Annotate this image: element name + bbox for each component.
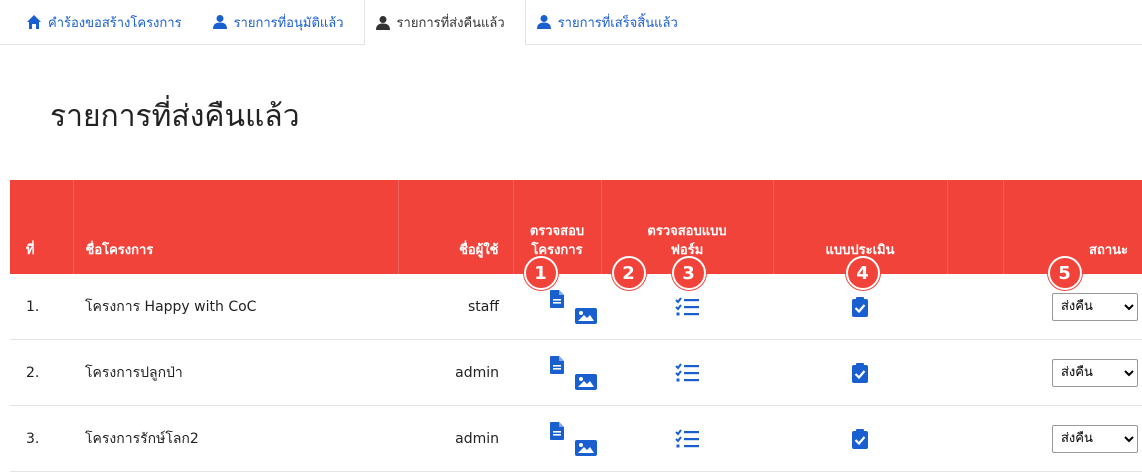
header-no: ที่ — [10, 180, 74, 274]
row-evaluation — [773, 405, 947, 472]
status-select[interactable]: ส่งคืน — [1052, 358, 1138, 387]
tab-label: รายการที่ส่งคืนแล้ว — [396, 16, 505, 31]
clipboard-check-icon[interactable] — [852, 362, 868, 383]
file-document-icon[interactable] — [550, 421, 564, 440]
table-header-row: ที่ ชื่อโครงการ ชื่อผู้ใช้ ตรวจสอบ โครงก… — [10, 180, 1142, 290]
checklist-icon[interactable] — [675, 428, 699, 449]
table-row: 1. โครงการ Happy with CoC staff ส่งคืน — [10, 274, 1142, 340]
clipboard-check-icon[interactable] — [852, 428, 868, 449]
row-check-form — [601, 339, 773, 406]
header-status: สถานะ 5 — [1003, 180, 1142, 290]
tab-label: คำร้องขอสร้างโครงการ — [48, 15, 182, 31]
header-username: ชื่อผู้ใช้ — [398, 180, 514, 274]
row-no: 3. — [10, 405, 73, 472]
row-status: ส่งคืน — [1003, 405, 1142, 472]
header-form-line1: ตรวจสอบแบบ — [647, 224, 727, 239]
returned-projects-table: ที่ ชื่อโครงการ ชื่อผู้ใช้ ตรวจสอบ โครงก… — [10, 180, 1142, 472]
step-badge-5: 5 — [1047, 256, 1082, 290]
row-project-name: โครงการรักษ์โลก2 — [73, 405, 398, 472]
page-title: รายการที่ส่งคืนแล้ว — [50, 99, 300, 134]
status-select[interactable]: ส่งคืน — [1052, 424, 1138, 453]
user-icon — [212, 14, 228, 30]
header-check-line2: โครงการ — [531, 243, 583, 258]
header-project-name: ชื่อโครงการ — [73, 180, 399, 274]
header-blank — [947, 180, 1004, 274]
step-badge-1: 1 — [523, 256, 558, 290]
row-no: 1. — [10, 274, 73, 340]
tab-approved[interactable]: รายการที่อนุมัติแล้ว — [202, 0, 364, 44]
file-document-icon[interactable] — [550, 289, 564, 308]
image-icon[interactable] — [575, 373, 597, 390]
clipboard-check-icon[interactable] — [852, 296, 868, 317]
row-project-name: โครงการปลูกป่า — [73, 339, 398, 406]
row-check-project — [513, 405, 601, 472]
tab-project-requests[interactable]: คำร้องขอสร้างโครงการ — [18, 0, 202, 44]
step-badge-2: 2 — [611, 256, 646, 290]
row-username: staff — [398, 274, 513, 340]
row-check-project — [513, 339, 601, 406]
nav-tabs: คำร้องขอสร้างโครงการ รายการที่อนุมัติแล้… — [0, 0, 1142, 45]
home-icon — [26, 14, 42, 30]
row-evaluation — [773, 339, 947, 406]
row-username: admin — [398, 339, 513, 406]
header-check-project: ตรวจสอบ โครงการ 1 2 — [513, 180, 646, 290]
tab-returned[interactable]: รายการที่ส่งคืนแล้ว — [363, 0, 526, 45]
checklist-icon[interactable] — [675, 362, 699, 383]
image-icon[interactable] — [575, 439, 597, 456]
step-badge-4: 4 — [845, 256, 880, 290]
table-row: 2. โครงการปลูกป่า admin ส่งคืน — [10, 339, 1142, 406]
user-icon — [375, 15, 391, 31]
row-check-form — [601, 405, 773, 472]
row-username: admin — [398, 405, 513, 472]
table-row: 3. โครงการรักษ์โลก2 admin ส่งคืน — [10, 405, 1142, 472]
header-status-label: สถานะ — [1089, 243, 1128, 258]
row-check-project — [513, 274, 601, 340]
tab-label: รายการที่อนุมัติแล้ว — [233, 15, 344, 31]
checklist-icon[interactable] — [675, 296, 699, 317]
step-badge-3: 3 — [671, 256, 706, 290]
status-select[interactable]: ส่งคืน — [1052, 292, 1138, 321]
user-icon — [536, 14, 552, 30]
tab-completed[interactable]: รายการที่เสร็จสิ้นแล้ว — [526, 0, 698, 44]
tab-label: รายการที่เสร็จสิ้นแล้ว — [557, 15, 678, 31]
row-project-name: โครงการ Happy with CoC — [73, 274, 398, 340]
row-no: 2. — [10, 339, 73, 406]
header-check-line1: ตรวจสอบ — [529, 224, 585, 239]
header-evaluation: แบบประเมิน 4 — [773, 180, 948, 290]
file-document-icon[interactable] — [550, 355, 564, 374]
row-status: ส่งคืน — [1003, 339, 1142, 406]
image-icon[interactable] — [575, 307, 597, 324]
